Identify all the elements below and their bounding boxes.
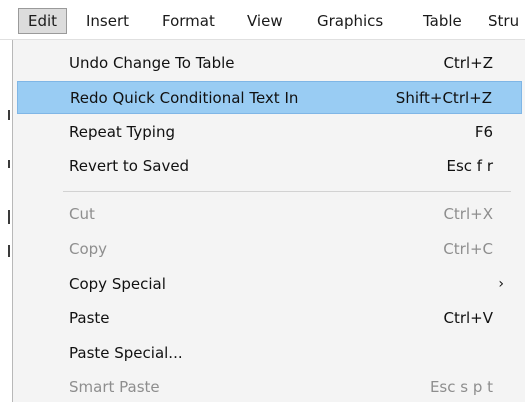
menu-item-undo[interactable]: Undo Change To Table Ctrl+Z: [13, 47, 525, 80]
menu-item-shortcut: Esc f r: [446, 157, 493, 175]
menu-item-label: Copy: [69, 240, 108, 258]
menu-item-shortcut: F6: [474, 123, 493, 141]
menu-item-label: Undo Change To Table: [69, 54, 235, 72]
menu-item-copy[interactable]: Copy Ctrl+C: [13, 233, 525, 266]
menu-item-label: Smart Paste: [69, 378, 160, 396]
menu-item-repeat[interactable]: Repeat Typing F6: [13, 116, 525, 149]
menu-item-label: Paste Special...: [69, 344, 183, 362]
menu-table[interactable]: Table: [423, 8, 462, 34]
menu-item-paste[interactable]: Paste Ctrl+V: [13, 302, 525, 335]
menu-item-label: Copy Special: [69, 275, 166, 293]
menu-item-shortcut: Esc s p t: [429, 378, 493, 396]
menu-item-shortcut: Ctrl+V: [443, 309, 493, 327]
menu-item-redo[interactable]: Redo Quick Conditional Text In Shift+Ctr…: [17, 81, 522, 114]
menu-separator: [63, 191, 511, 192]
document-mark: [8, 210, 10, 224]
menu-item-shortcut: Ctrl+C: [443, 240, 493, 258]
menu-item-label: Paste: [69, 309, 110, 327]
menu-insert[interactable]: Insert: [86, 8, 129, 34]
menu-view[interactable]: View: [247, 8, 283, 34]
menu-item-label: Revert to Saved: [69, 157, 190, 175]
menu-item-label: Repeat Typing: [69, 123, 175, 141]
menu-item-label: Redo Quick Conditional Text In: [70, 89, 299, 107]
chevron-right-icon: ›: [498, 276, 504, 292]
menu-item-smart-paste[interactable]: Smart Paste Esc s p t: [13, 371, 525, 402]
menu-item-revert[interactable]: Revert to Saved Esc f r: [13, 150, 525, 183]
menu-item-shortcut: Shift+Ctrl+Z: [395, 89, 492, 107]
menu-item-label: Cut: [69, 205, 95, 223]
menu-bar: Edit Insert Format View Graphics Table S…: [0, 0, 525, 40]
app-window: Edit Insert Format View Graphics Table S…: [0, 0, 525, 402]
menu-item-copy-special[interactable]: Copy Special ›: [13, 268, 525, 301]
document-edge: [0, 40, 12, 402]
menu-item-paste-special[interactable]: Paste Special...: [13, 337, 525, 370]
menu-edit[interactable]: Edit: [18, 8, 68, 34]
menu-structure[interactable]: Stru: [488, 8, 519, 34]
menu-item-cut[interactable]: Cut Ctrl+X: [13, 198, 525, 231]
document-mark: [8, 110, 10, 120]
menu-format[interactable]: Format: [162, 8, 215, 34]
menu-graphics[interactable]: Graphics: [317, 8, 383, 34]
menu-item-shortcut: Ctrl+Z: [443, 54, 493, 72]
document-mark: [8, 160, 10, 168]
document-mark: [8, 245, 10, 257]
menu-item-shortcut: Ctrl+X: [443, 205, 493, 223]
edit-menu-dropdown: Undo Change To Table Ctrl+Z Redo Quick C…: [12, 40, 525, 402]
